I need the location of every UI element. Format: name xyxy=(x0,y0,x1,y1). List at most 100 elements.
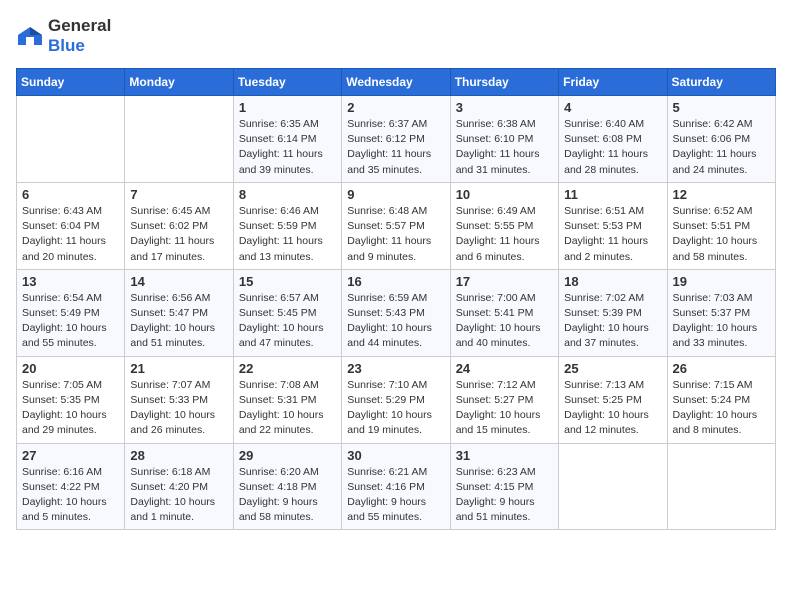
logo-icon xyxy=(16,25,44,47)
calendar-cell: 12 Sunrise: 6:52 AM Sunset: 5:51 PM Dayli… xyxy=(667,182,775,269)
calendar-cell: 10 Sunrise: 6:49 AM Sunset: 5:55 PM Dayli… xyxy=(450,182,558,269)
logo-general: General xyxy=(48,16,111,35)
day-number: 25 xyxy=(564,361,661,376)
calendar-cell xyxy=(125,96,233,183)
day-info: Sunrise: 7:10 AM Sunset: 5:29 PM Dayligh… xyxy=(347,378,444,439)
calendar-cell: 5 Sunrise: 6:42 AM Sunset: 6:06 PM Daylig… xyxy=(667,96,775,183)
week-row-3: 13 Sunrise: 6:54 AM Sunset: 5:49 PM Dayli… xyxy=(17,269,776,356)
day-info: Sunrise: 6:49 AM Sunset: 5:55 PM Dayligh… xyxy=(456,204,553,265)
calendar-cell: 28Sunrise: 6:18 AM Sunset: 4:20 PM Dayli… xyxy=(125,443,233,530)
weekday-header-row: SundayMondayTuesdayWednesdayThursdayFrid… xyxy=(17,69,776,96)
day-number: 20 xyxy=(22,361,119,376)
day-info: Sunrise: 6:35 AM Sunset: 6:14 PM Dayligh… xyxy=(239,117,336,178)
weekday-header-sunday: Sunday xyxy=(17,69,125,96)
calendar-cell: 20 Sunrise: 7:05 AM Sunset: 5:35 PM Dayli… xyxy=(17,356,125,443)
calendar-cell: 3 Sunrise: 6:38 AM Sunset: 6:10 PM Daylig… xyxy=(450,96,558,183)
weekday-header-tuesday: Tuesday xyxy=(233,69,341,96)
day-info: Sunrise: 6:43 AM Sunset: 6:04 PM Dayligh… xyxy=(22,204,119,265)
day-info: Sunrise: 6:51 AM Sunset: 5:53 PM Dayligh… xyxy=(564,204,661,265)
day-info: Sunrise: 6:46 AM Sunset: 5:59 PM Dayligh… xyxy=(239,204,336,265)
day-info: Sunrise: 6:54 AM Sunset: 5:49 PM Dayligh… xyxy=(22,291,119,352)
day-info: Sunrise: 6:57 AM Sunset: 5:45 PM Dayligh… xyxy=(239,291,336,352)
day-info: Sunrise: 7:13 AM Sunset: 5:25 PM Dayligh… xyxy=(564,378,661,439)
day-number: 29 xyxy=(239,448,336,463)
day-number: 26 xyxy=(673,361,770,376)
day-number: 24 xyxy=(456,361,553,376)
day-number: 21 xyxy=(130,361,227,376)
weekday-header-saturday: Saturday xyxy=(667,69,775,96)
day-number: 31 xyxy=(456,448,553,463)
calendar-cell: 21 Sunrise: 7:07 AM Sunset: 5:33 PM Dayli… xyxy=(125,356,233,443)
day-number: 16 xyxy=(347,274,444,289)
calendar-cell: 24 Sunrise: 7:12 AM Sunset: 5:27 PM Dayli… xyxy=(450,356,558,443)
day-number: 15 xyxy=(239,274,336,289)
calendar-cell: 18 Sunrise: 7:02 AM Sunset: 5:39 PM Dayli… xyxy=(559,269,667,356)
day-info: Sunrise: 7:15 AM Sunset: 5:24 PM Dayligh… xyxy=(673,378,770,439)
day-info: Sunrise: 7:12 AM Sunset: 5:27 PM Dayligh… xyxy=(456,378,553,439)
day-info: Sunrise: 6:56 AM Sunset: 5:47 PM Dayligh… xyxy=(130,291,227,352)
day-info: Sunrise: 7:07 AM Sunset: 5:33 PM Dayligh… xyxy=(130,378,227,439)
calendar-cell xyxy=(559,443,667,530)
day-number: 19 xyxy=(673,274,770,289)
day-info: Sunrise: 6:45 AM Sunset: 6:02 PM Dayligh… xyxy=(130,204,227,265)
logo-blue: Blue xyxy=(48,36,85,55)
calendar-table: SundayMondayTuesdayWednesdayThursdayFrid… xyxy=(16,68,776,530)
day-number: 30 xyxy=(347,448,444,463)
day-info: Sunrise: 6:38 AM Sunset: 6:10 PM Dayligh… xyxy=(456,117,553,178)
calendar-cell: 22Sunrise: 7:08 AM Sunset: 5:31 PM Dayli… xyxy=(233,356,341,443)
day-number: 27 xyxy=(22,448,119,463)
calendar-cell: 30Sunrise: 6:21 AM Sunset: 4:16 PM Dayli… xyxy=(342,443,450,530)
calendar-cell: 9 Sunrise: 6:48 AM Sunset: 5:57 PM Daylig… xyxy=(342,182,450,269)
calendar-cell: 29Sunrise: 6:20 AM Sunset: 4:18 PM Dayli… xyxy=(233,443,341,530)
day-number: 12 xyxy=(673,187,770,202)
calendar-cell: 11 Sunrise: 6:51 AM Sunset: 5:53 PM Dayli… xyxy=(559,182,667,269)
day-number: 2 xyxy=(347,100,444,115)
calendar-cell: 6Sunrise: 6:43 AM Sunset: 6:04 PM Daylig… xyxy=(17,182,125,269)
day-info: Sunrise: 6:37 AM Sunset: 6:12 PM Dayligh… xyxy=(347,117,444,178)
calendar-cell: 8 Sunrise: 6:46 AM Sunset: 5:59 PM Daylig… xyxy=(233,182,341,269)
day-number: 10 xyxy=(456,187,553,202)
calendar-cell: 2 Sunrise: 6:37 AM Sunset: 6:12 PM Daylig… xyxy=(342,96,450,183)
weekday-header-monday: Monday xyxy=(125,69,233,96)
calendar-cell: 13 Sunrise: 6:54 AM Sunset: 5:49 PM Dayli… xyxy=(17,269,125,356)
day-number: 13 xyxy=(22,274,119,289)
day-number: 8 xyxy=(239,187,336,202)
day-info: Sunrise: 7:08 AM Sunset: 5:31 PM Dayligh… xyxy=(239,378,336,439)
day-number: 9 xyxy=(347,187,444,202)
logo: General Blue xyxy=(16,16,111,56)
day-number: 18 xyxy=(564,274,661,289)
calendar-cell xyxy=(17,96,125,183)
calendar-cell: 27 Sunrise: 6:16 AM Sunset: 4:22 PM Dayli… xyxy=(17,443,125,530)
calendar-cell: 26 Sunrise: 7:15 AM Sunset: 5:24 PM Dayli… xyxy=(667,356,775,443)
day-number: 1 xyxy=(239,100,336,115)
day-number: 28 xyxy=(130,448,227,463)
day-info: Sunrise: 6:42 AM Sunset: 6:06 PM Dayligh… xyxy=(673,117,770,178)
day-number: 17 xyxy=(456,274,553,289)
weekday-header-friday: Friday xyxy=(559,69,667,96)
week-row-4: 20 Sunrise: 7:05 AM Sunset: 5:35 PM Dayli… xyxy=(17,356,776,443)
calendar-cell: 14Sunrise: 6:56 AM Sunset: 5:47 PM Dayli… xyxy=(125,269,233,356)
calendar-cell: 31 Sunrise: 6:23 AM Sunset: 4:15 PM Dayli… xyxy=(450,443,558,530)
calendar-cell: 23 Sunrise: 7:10 AM Sunset: 5:29 PM Dayli… xyxy=(342,356,450,443)
day-info: Sunrise: 6:48 AM Sunset: 5:57 PM Dayligh… xyxy=(347,204,444,265)
weekday-header-wednesday: Wednesday xyxy=(342,69,450,96)
week-row-5: 27 Sunrise: 6:16 AM Sunset: 4:22 PM Dayli… xyxy=(17,443,776,530)
day-number: 5 xyxy=(673,100,770,115)
day-info: Sunrise: 6:16 AM Sunset: 4:22 PM Dayligh… xyxy=(22,465,119,526)
day-info: Sunrise: 7:05 AM Sunset: 5:35 PM Dayligh… xyxy=(22,378,119,439)
day-info: Sunrise: 6:23 AM Sunset: 4:15 PM Dayligh… xyxy=(456,465,553,526)
day-number: 23 xyxy=(347,361,444,376)
day-info: Sunrise: 6:52 AM Sunset: 5:51 PM Dayligh… xyxy=(673,204,770,265)
day-info: Sunrise: 7:03 AM Sunset: 5:37 PM Dayligh… xyxy=(673,291,770,352)
calendar-cell: 1 Sunrise: 6:35 AM Sunset: 6:14 PM Daylig… xyxy=(233,96,341,183)
week-row-1: 1 Sunrise: 6:35 AM Sunset: 6:14 PM Daylig… xyxy=(17,96,776,183)
page-header: General Blue xyxy=(16,16,776,56)
day-info: Sunrise: 6:40 AM Sunset: 6:08 PM Dayligh… xyxy=(564,117,661,178)
day-number: 11 xyxy=(564,187,661,202)
calendar-cell: 7Sunrise: 6:45 AM Sunset: 6:02 PM Daylig… xyxy=(125,182,233,269)
day-number: 3 xyxy=(456,100,553,115)
day-info: Sunrise: 7:00 AM Sunset: 5:41 PM Dayligh… xyxy=(456,291,553,352)
day-info: Sunrise: 7:02 AM Sunset: 5:39 PM Dayligh… xyxy=(564,291,661,352)
calendar-cell: 15 Sunrise: 6:57 AM Sunset: 5:45 PM Dayli… xyxy=(233,269,341,356)
day-info: Sunrise: 6:59 AM Sunset: 5:43 PM Dayligh… xyxy=(347,291,444,352)
